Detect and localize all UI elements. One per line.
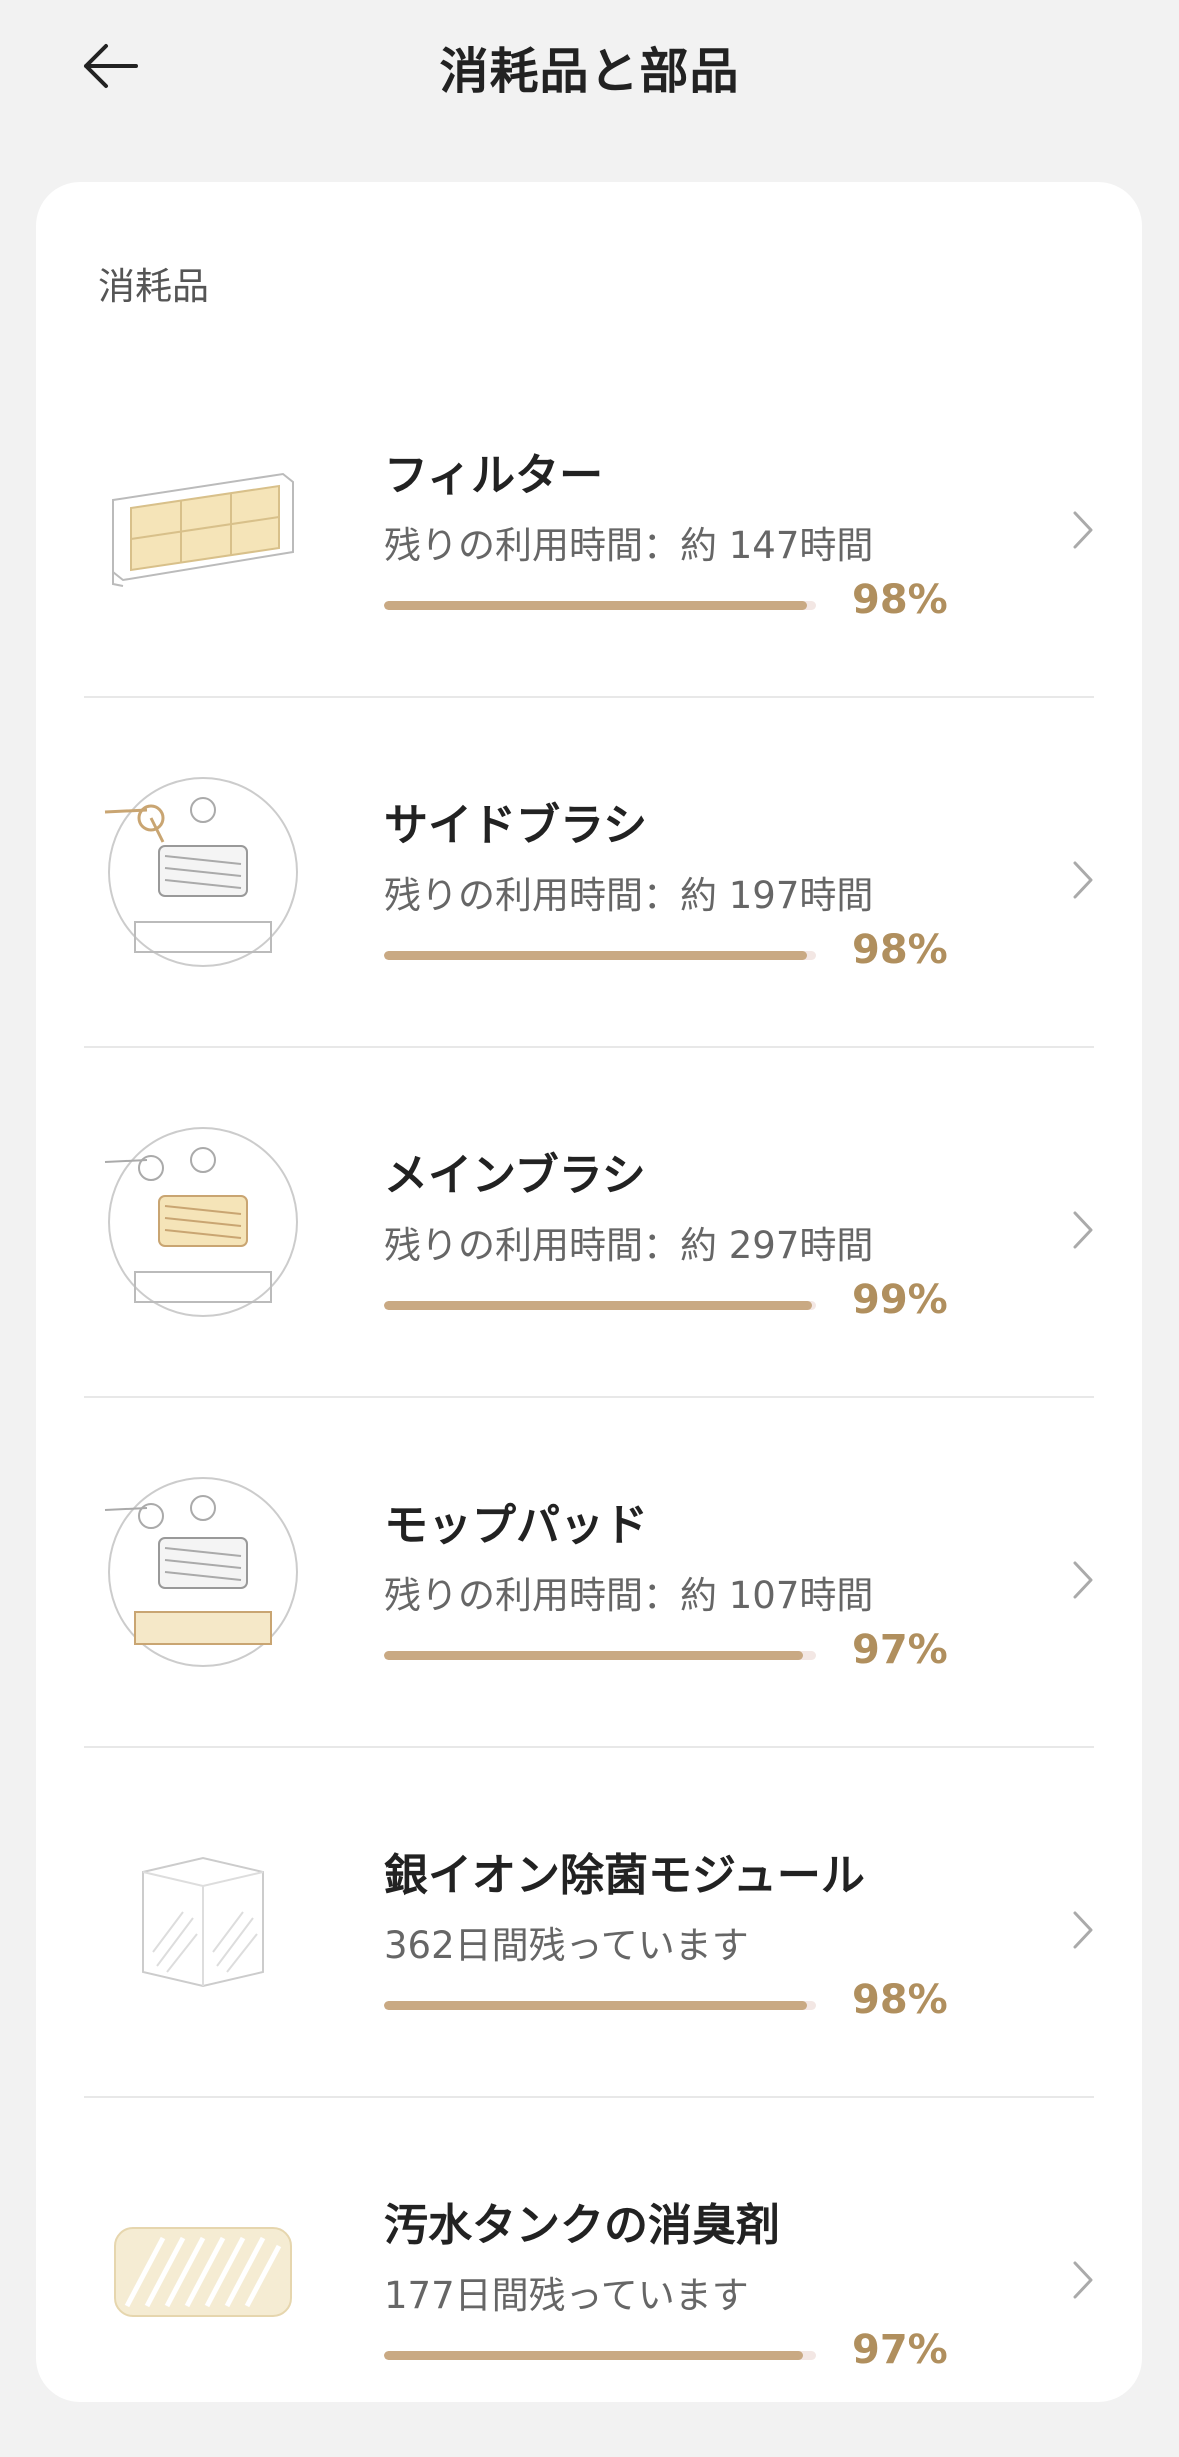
item-name: 汚水タンクの消臭剤 — [384, 2200, 780, 2251]
consumable-item-silver-ion-module[interactable]: 銀イオン除菌モジュール 362日間残っています 98% — [84, 1757, 1094, 2107]
progress-bar — [384, 1651, 816, 1660]
chevron-right-icon — [1073, 1561, 1093, 1599]
item-remaining: 残りの利用時間：約 107時間 — [384, 1574, 874, 1617]
progress-bar — [384, 2351, 816, 2360]
item-remaining: 残りの利用時間：約 197時間 — [384, 874, 874, 917]
mop-pad-image — [98, 1467, 308, 1677]
progress-fill — [384, 951, 808, 960]
progress-bar — [384, 951, 816, 960]
chevron-right-icon — [1073, 1911, 1093, 1949]
item-remaining: 362日間残っています — [384, 1924, 749, 1967]
consumables-card: 消耗品 フィルター 残りの利用時間：約 147時間 98% サイドブラシ 残りの… — [36, 182, 1142, 2402]
silver-ion-module-image — [98, 1817, 308, 2027]
item-name: モップパッド — [384, 1500, 648, 1551]
header: 消耗品と部品 — [0, 0, 1179, 140]
filter-image — [98, 417, 308, 627]
consumable-item-main-brush[interactable]: メインブラシ 残りの利用時間：約 297時間 99% — [84, 1057, 1094, 1407]
side-brush-image — [98, 767, 308, 977]
chevron-right-icon — [1073, 861, 1093, 899]
item-name: メインブラシ — [384, 1150, 646, 1201]
consumable-item-side-brush[interactable]: サイドブラシ 残りの利用時間：約 197時間 98% — [84, 707, 1094, 1057]
divider — [84, 2096, 1094, 2098]
item-percent: 98% — [852, 927, 948, 973]
progress-fill — [384, 1651, 804, 1660]
chevron-right-icon — [1073, 1211, 1093, 1249]
main-brush-image — [98, 1117, 308, 1327]
progress-fill — [384, 2001, 808, 2010]
chevron-right-icon — [1073, 2261, 1093, 2299]
item-name: フィルター — [384, 450, 604, 501]
item-percent: 98% — [852, 577, 948, 623]
progress-fill — [384, 1301, 812, 1310]
item-name: 銀イオン除菌モジュール — [384, 1850, 865, 1901]
item-remaining: 残りの利用時間：約 297時間 — [384, 1224, 874, 1267]
item-remaining: 残りの利用時間：約 147時間 — [384, 524, 874, 567]
progress-bar — [384, 1301, 816, 1310]
consumable-item-mop-pad[interactable]: モップパッド 残りの利用時間：約 107時間 97% — [84, 1407, 1094, 1757]
deodorizer-image — [98, 2167, 308, 2377]
section-label: 消耗品 — [98, 265, 209, 308]
item-remaining: 177日間残っています — [384, 2274, 749, 2317]
consumable-item-filter[interactable]: フィルター 残りの利用時間：約 147時間 98% — [84, 357, 1094, 707]
progress-bar — [384, 2001, 816, 2010]
progress-fill — [384, 2351, 804, 2360]
item-percent: 97% — [852, 2327, 948, 2373]
divider — [84, 1046, 1094, 1048]
item-percent: 98% — [852, 1977, 948, 2023]
page-title: 消耗品と部品 — [439, 43, 740, 100]
item-percent: 99% — [852, 1277, 948, 1323]
item-percent: 97% — [852, 1627, 948, 1673]
divider — [84, 1396, 1094, 1398]
progress-bar — [384, 601, 816, 610]
item-name: サイドブラシ — [384, 800, 648, 851]
consumable-item-deodorizer[interactable]: 汚水タンクの消臭剤 177日間残っています 97% — [84, 2107, 1094, 2457]
divider — [84, 696, 1094, 698]
progress-fill — [384, 601, 808, 610]
divider — [84, 1746, 1094, 1748]
chevron-right-icon — [1073, 511, 1093, 549]
